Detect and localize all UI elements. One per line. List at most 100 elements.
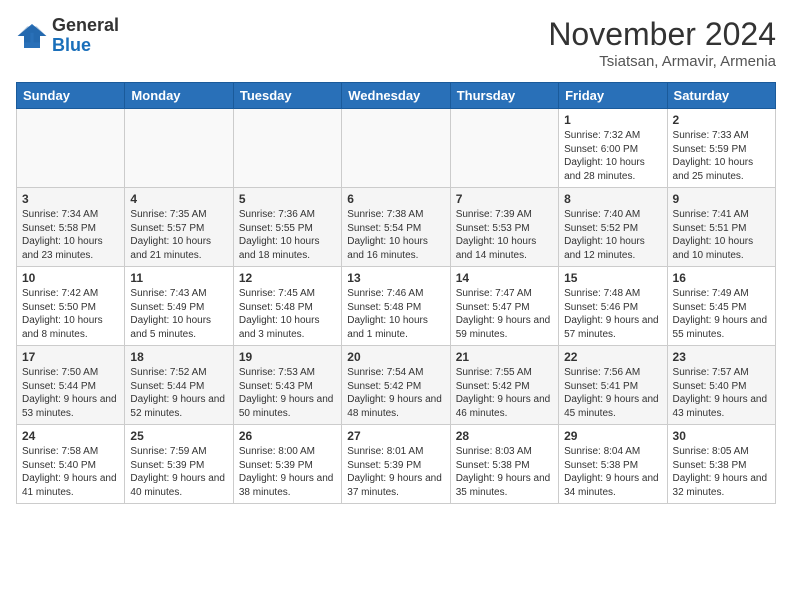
calendar-cell: 11 Sunrise: 7:43 AMSunset: 5:49 PMDayligh… <box>125 267 233 346</box>
day-info: Sunrise: 7:41 AMSunset: 5:51 PMDaylight:… <box>673 208 770 262</box>
day-info: Sunrise: 7:55 AMSunset: 5:42 PMDaylight:… <box>456 366 553 420</box>
day-number: 28 <box>456 429 553 443</box>
day-info: Sunrise: 7:38 AMSunset: 5:54 PMDaylight:… <box>347 208 444 262</box>
page-header: General Blue November 2024 Tsiatsan, Arm… <box>16 16 776 70</box>
calendar-cell: 18 Sunrise: 7:52 AMSunset: 5:44 PMDayligh… <box>125 346 233 425</box>
calendar-header-thursday: Thursday <box>450 83 558 109</box>
calendar-cell: 20Sunrise: 7:54 AMSunset: 5:42 PMDayligh… <box>342 346 450 425</box>
calendar-cell: 16Sunrise: 7:49 AMSunset: 5:45 PMDayligh… <box>667 267 775 346</box>
day-number: 24 <box>22 429 119 443</box>
day-number: 22 <box>564 350 661 364</box>
location-text: Tsiatsan, Armavir, Armenia <box>548 53 776 70</box>
calendar-cell: 9 Sunrise: 7:41 AMSunset: 5:51 PMDaylight… <box>667 188 775 267</box>
day-number: 3 <box>22 192 119 206</box>
day-info: Sunrise: 7:59 AMSunset: 5:39 PMDaylight:… <box>130 445 227 499</box>
calendar-cell: 28 Sunrise: 8:03 AMSunset: 5:38 PMDayligh… <box>450 425 558 504</box>
day-number: 15 <box>564 271 661 285</box>
day-info: Sunrise: 7:43 AMSunset: 5:49 PMDaylight:… <box>130 287 227 341</box>
calendar-cell: 21 Sunrise: 7:55 AMSunset: 5:42 PMDayligh… <box>450 346 558 425</box>
day-number: 30 <box>673 429 770 443</box>
day-number: 4 <box>130 192 227 206</box>
day-number: 25 <box>130 429 227 443</box>
day-number: 14 <box>456 271 553 285</box>
logo: General Blue <box>16 16 119 56</box>
day-number: 26 <box>239 429 336 443</box>
calendar-cell <box>17 109 125 188</box>
calendar-cell <box>450 109 558 188</box>
day-info: Sunrise: 7:34 AMSunset: 5:58 PMDaylight:… <box>22 208 119 262</box>
calendar-week-2: 3 Sunrise: 7:34 AMSunset: 5:58 PMDaylight… <box>17 188 776 267</box>
day-number: 2 <box>673 113 770 127</box>
calendar-cell: 3 Sunrise: 7:34 AMSunset: 5:58 PMDaylight… <box>17 188 125 267</box>
calendar-week-3: 10Sunrise: 7:42 AMSunset: 5:50 PMDayligh… <box>17 267 776 346</box>
day-number: 17 <box>22 350 119 364</box>
day-info: Sunrise: 7:32 AMSunset: 6:00 PMDaylight:… <box>564 129 661 183</box>
calendar-cell: 4 Sunrise: 7:35 AMSunset: 5:57 PMDaylight… <box>125 188 233 267</box>
calendar-cell: 7 Sunrise: 7:39 AMSunset: 5:53 PMDaylight… <box>450 188 558 267</box>
day-number: 5 <box>239 192 336 206</box>
calendar-cell <box>342 109 450 188</box>
day-number: 19 <box>239 350 336 364</box>
calendar-cell: 2 Sunrise: 7:33 AMSunset: 5:59 PMDaylight… <box>667 109 775 188</box>
day-number: 12 <box>239 271 336 285</box>
day-info: Sunrise: 7:42 AMSunset: 5:50 PMDaylight:… <box>22 287 119 341</box>
day-number: 27 <box>347 429 444 443</box>
day-info: Sunrise: 7:46 AMSunset: 5:48 PMDaylight:… <box>347 287 444 341</box>
calendar-header-tuesday: Tuesday <box>233 83 341 109</box>
calendar-header-sunday: Sunday <box>17 83 125 109</box>
calendar-cell: 6 Sunrise: 7:38 AMSunset: 5:54 PMDaylight… <box>342 188 450 267</box>
calendar-cell: 24Sunrise: 7:58 AMSunset: 5:40 PMDayligh… <box>17 425 125 504</box>
calendar-header-row: SundayMondayTuesdayWednesdayThursdayFrid… <box>17 83 776 109</box>
day-info: Sunrise: 8:01 AMSunset: 5:39 PMDaylight:… <box>347 445 444 499</box>
calendar-cell: 17 Sunrise: 7:50 AMSunset: 5:44 PMDayligh… <box>17 346 125 425</box>
day-info: Sunrise: 8:03 AMSunset: 5:38 PMDaylight:… <box>456 445 553 499</box>
day-number: 21 <box>456 350 553 364</box>
calendar-week-4: 17 Sunrise: 7:50 AMSunset: 5:44 PMDayligh… <box>17 346 776 425</box>
day-info: Sunrise: 7:53 AMSunset: 5:43 PMDaylight:… <box>239 366 336 420</box>
calendar-cell: 8Sunrise: 7:40 AMSunset: 5:52 PMDaylight… <box>559 188 667 267</box>
logo-icon <box>16 20 48 52</box>
day-info: Sunrise: 7:49 AMSunset: 5:45 PMDaylight:… <box>673 287 770 341</box>
calendar-cell: 10Sunrise: 7:42 AMSunset: 5:50 PMDayligh… <box>17 267 125 346</box>
day-info: Sunrise: 8:05 AMSunset: 5:38 PMDaylight:… <box>673 445 770 499</box>
calendar-cell: 22 Sunrise: 7:56 AMSunset: 5:41 PMDayligh… <box>559 346 667 425</box>
day-info: Sunrise: 7:33 AMSunset: 5:59 PMDaylight:… <box>673 129 770 183</box>
calendar-week-1: 1 Sunrise: 7:32 AMSunset: 6:00 PMDaylight… <box>17 109 776 188</box>
day-number: 29 <box>564 429 661 443</box>
calendar-cell: 13 Sunrise: 7:46 AMSunset: 5:48 PMDayligh… <box>342 267 450 346</box>
calendar-cell: 19 Sunrise: 7:53 AMSunset: 5:43 PMDayligh… <box>233 346 341 425</box>
calendar-table: SundayMondayTuesdayWednesdayThursdayFrid… <box>16 82 776 504</box>
day-info: Sunrise: 8:00 AMSunset: 5:39 PMDaylight:… <box>239 445 336 499</box>
day-info: Sunrise: 7:35 AMSunset: 5:57 PMDaylight:… <box>130 208 227 262</box>
day-info: Sunrise: 7:50 AMSunset: 5:44 PMDaylight:… <box>22 366 119 420</box>
calendar-cell: 26 Sunrise: 8:00 AMSunset: 5:39 PMDayligh… <box>233 425 341 504</box>
day-number: 6 <box>347 192 444 206</box>
calendar-cell: 29Sunrise: 8:04 AMSunset: 5:38 PMDayligh… <box>559 425 667 504</box>
calendar-cell: 1 Sunrise: 7:32 AMSunset: 6:00 PMDaylight… <box>559 109 667 188</box>
day-info: Sunrise: 7:47 AMSunset: 5:47 PMDaylight:… <box>456 287 553 341</box>
calendar-cell: 15 Sunrise: 7:48 AMSunset: 5:46 PMDayligh… <box>559 267 667 346</box>
calendar-cell <box>233 109 341 188</box>
day-number: 9 <box>673 192 770 206</box>
day-number: 11 <box>130 271 227 285</box>
day-number: 7 <box>456 192 553 206</box>
day-info: Sunrise: 7:48 AMSunset: 5:46 PMDaylight:… <box>564 287 661 341</box>
calendar-cell: 23Sunrise: 7:57 AMSunset: 5:40 PMDayligh… <box>667 346 775 425</box>
calendar-cell: 30 Sunrise: 8:05 AMSunset: 5:38 PMDayligh… <box>667 425 775 504</box>
day-number: 18 <box>130 350 227 364</box>
day-number: 8 <box>564 192 661 206</box>
day-info: Sunrise: 7:52 AMSunset: 5:44 PMDaylight:… <box>130 366 227 420</box>
logo-general: General <box>52 15 119 35</box>
day-info: Sunrise: 7:57 AMSunset: 5:40 PMDaylight:… <box>673 366 770 420</box>
calendar-header-saturday: Saturday <box>667 83 775 109</box>
calendar-week-5: 24Sunrise: 7:58 AMSunset: 5:40 PMDayligh… <box>17 425 776 504</box>
calendar-cell <box>125 109 233 188</box>
day-number: 1 <box>564 113 661 127</box>
day-number: 13 <box>347 271 444 285</box>
day-info: Sunrise: 7:39 AMSunset: 5:53 PMDaylight:… <box>456 208 553 262</box>
day-info: Sunrise: 7:36 AMSunset: 5:55 PMDaylight:… <box>239 208 336 262</box>
day-info: Sunrise: 7:56 AMSunset: 5:41 PMDaylight:… <box>564 366 661 420</box>
calendar-cell: 5 Sunrise: 7:36 AMSunset: 5:55 PMDaylight… <box>233 188 341 267</box>
calendar-header-wednesday: Wednesday <box>342 83 450 109</box>
month-title: November 2024 <box>548 16 776 53</box>
